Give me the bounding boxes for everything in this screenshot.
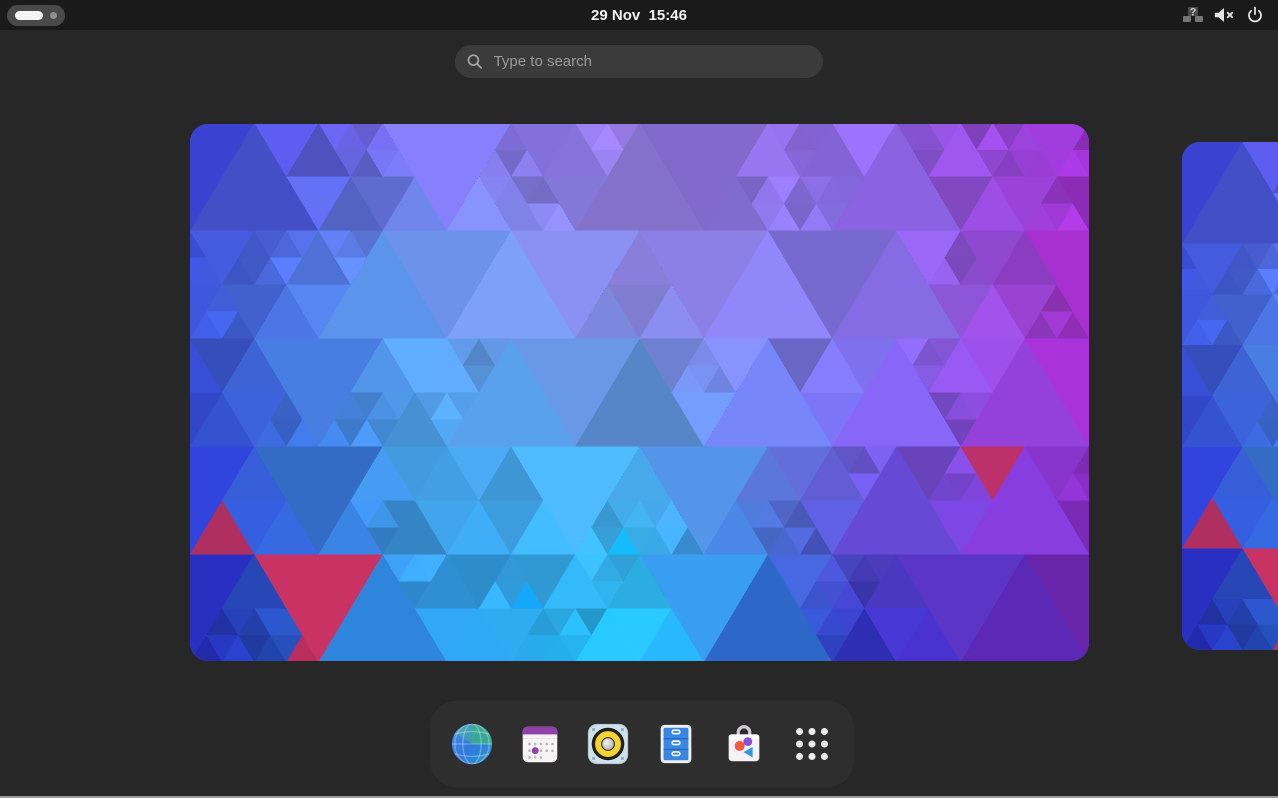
app-button-calendar[interactable] xyxy=(516,720,564,768)
status-area: ? xyxy=(1182,0,1266,30)
app-grid-icon xyxy=(789,721,835,767)
show-apps-button[interactable] xyxy=(788,720,836,768)
workspace-thumbnail-current[interactable] xyxy=(190,124,1089,661)
search-input[interactable] xyxy=(492,52,811,71)
music-player-icon xyxy=(585,721,631,767)
app-button-music[interactable] xyxy=(584,720,632,768)
calendar-icon xyxy=(517,721,563,767)
workspace-thumbnail-next[interactable] xyxy=(1182,142,1278,650)
app-button-files[interactable] xyxy=(652,720,700,768)
search-bar[interactable] xyxy=(455,45,823,78)
top-bar: 29 Nov 15:46 ? xyxy=(0,0,1278,30)
clock[interactable]: 29 Nov 15:46 xyxy=(0,0,1278,30)
network-question-icon[interactable]: ? xyxy=(1182,3,1204,27)
volume-muted-icon[interactable] xyxy=(1213,3,1235,27)
software-store-icon xyxy=(721,721,767,767)
app-button-web[interactable] xyxy=(448,720,496,768)
svg-text:?: ? xyxy=(1190,7,1197,19)
power-icon[interactable] xyxy=(1244,3,1266,27)
search-icon xyxy=(467,53,483,70)
dash xyxy=(430,701,854,787)
files-icon xyxy=(653,721,699,767)
app-button-software[interactable] xyxy=(720,720,768,768)
web-browser-icon xyxy=(449,721,495,767)
